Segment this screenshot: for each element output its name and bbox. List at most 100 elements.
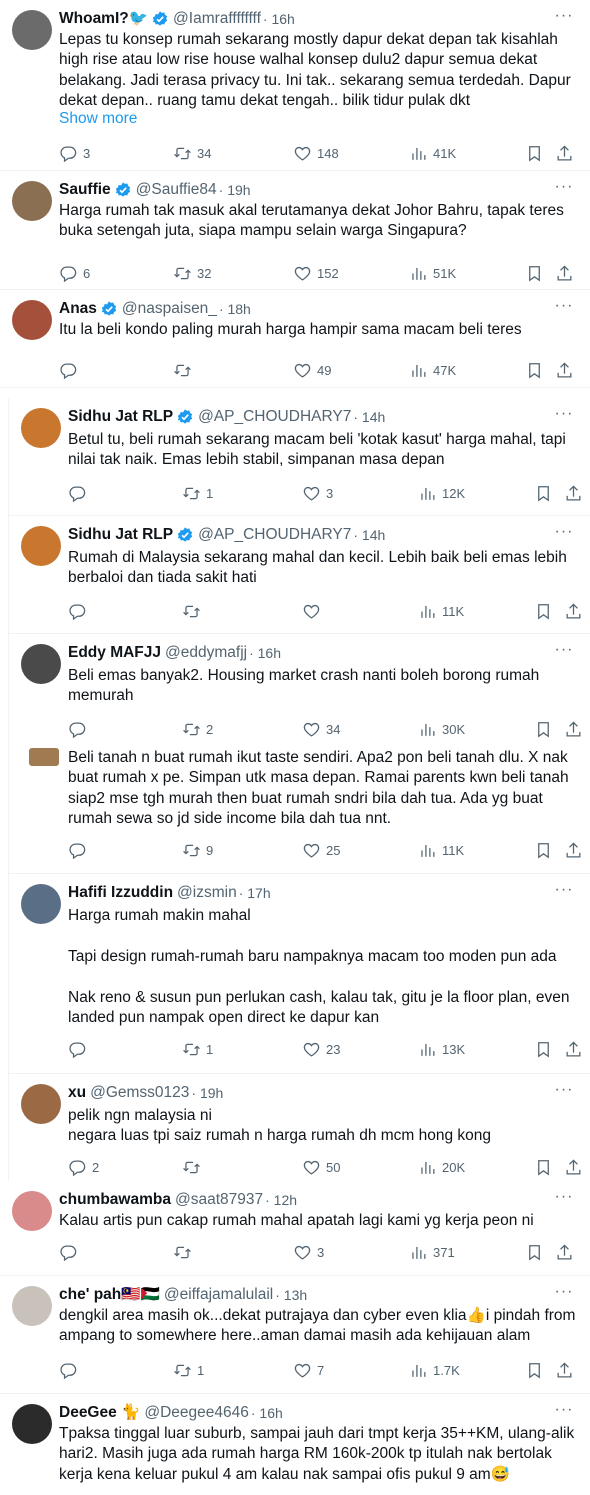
avatar[interactable] bbox=[12, 1404, 52, 1444]
user-handle[interactable]: @Gemss0123 bbox=[90, 1082, 189, 1104]
share-button[interactable] bbox=[564, 1038, 583, 1060]
avatar[interactable] bbox=[12, 181, 52, 221]
views-button[interactable]: 13K bbox=[418, 1038, 465, 1060]
share-button[interactable] bbox=[555, 142, 574, 164]
views-button[interactable]: 51K bbox=[409, 262, 456, 284]
avatar[interactable] bbox=[21, 644, 61, 684]
like-button[interactable]: 3 bbox=[302, 482, 333, 504]
tweet[interactable]: Anas @naspaisen_ · 18h ··· Itu la beli kondo… bbox=[0, 290, 590, 388]
display-name[interactable]: che' pah🇲🇾🇵🇸 bbox=[59, 1284, 160, 1306]
share-button[interactable] bbox=[564, 839, 583, 861]
more-icon[interactable]: ··· bbox=[552, 640, 576, 662]
retweet-button[interactable]: 9 bbox=[182, 839, 213, 861]
retweet-button[interactable] bbox=[173, 1241, 197, 1263]
views-button[interactable]: 371 bbox=[409, 1241, 455, 1263]
more-icon[interactable]: ··· bbox=[552, 522, 576, 544]
reply-button[interactable]: 2 bbox=[68, 1156, 99, 1178]
avatar[interactable] bbox=[21, 526, 61, 566]
tweet[interactable]: che' pah🇲🇾🇵🇸 @eiffajamalulail · 13h ··· deng… bbox=[0, 1276, 590, 1394]
retweet-button[interactable]: 1 bbox=[182, 1038, 213, 1060]
share-button[interactable] bbox=[564, 600, 583, 622]
show-more-link[interactable]: Show more bbox=[59, 110, 137, 128]
share-button[interactable] bbox=[555, 1241, 574, 1263]
tweet[interactable]: chumbawamba @saat87937 · 12h ··· Kalau artis… bbox=[0, 1181, 590, 1276]
like-button[interactable]: 3 bbox=[293, 1241, 324, 1263]
reply-button[interactable] bbox=[59, 1359, 83, 1381]
bookmark-button[interactable] bbox=[534, 482, 553, 504]
user-handle[interactable]: @izsmin bbox=[177, 882, 237, 904]
retweet-button[interactable]: 2 bbox=[182, 718, 213, 740]
more-icon[interactable]: ··· bbox=[552, 1187, 576, 1209]
like-button[interactable]: 148 bbox=[293, 142, 339, 164]
tweet[interactable]: DeeGee 🐈 @Deegee4646 · 16h ··· Tpaksa tingga… bbox=[0, 1394, 590, 1495]
more-icon[interactable]: ··· bbox=[552, 1080, 576, 1102]
retweet-button[interactable] bbox=[182, 600, 206, 622]
like-button[interactable] bbox=[302, 600, 326, 622]
display-name[interactable]: Sauffie bbox=[59, 179, 111, 201]
retweet-button[interactable] bbox=[173, 359, 197, 381]
display-name[interactable]: DeeGee 🐈 bbox=[59, 1402, 140, 1424]
like-button[interactable]: 50 bbox=[302, 1156, 340, 1178]
timestamp[interactable]: · 19h bbox=[191, 1082, 223, 1104]
share-button[interactable] bbox=[564, 1156, 583, 1178]
timestamp[interactable]: · 12h bbox=[265, 1189, 297, 1211]
timestamp[interactable]: · 14h bbox=[353, 406, 385, 428]
like-button[interactable]: 49 bbox=[293, 359, 331, 381]
avatar[interactable] bbox=[12, 1191, 52, 1231]
share-button[interactable] bbox=[564, 718, 583, 740]
user-handle[interactable]: @eiffajamalulail bbox=[164, 1284, 273, 1306]
bookmark-button[interactable] bbox=[525, 262, 544, 284]
retweet-button[interactable]: 1 bbox=[173, 1359, 204, 1381]
timestamp[interactable]: · 16h bbox=[263, 8, 295, 30]
timestamp[interactable]: · 16h bbox=[251, 1402, 283, 1424]
more-icon[interactable]: ··· bbox=[552, 1282, 576, 1304]
more-icon[interactable]: ··· bbox=[552, 296, 576, 318]
retweet-button[interactable]: 34 bbox=[173, 142, 211, 164]
user-handle[interactable]: @saat87937 bbox=[175, 1189, 263, 1211]
views-button[interactable]: 30K bbox=[418, 718, 465, 740]
avatar[interactable] bbox=[12, 10, 52, 50]
bookmark-button[interactable] bbox=[525, 1359, 544, 1381]
tweet[interactable]: Beli tanah n buat rumah ikut taste sendi… bbox=[8, 746, 590, 874]
share-button[interactable] bbox=[555, 359, 574, 381]
timestamp[interactable]: · 14h bbox=[353, 524, 385, 546]
retweet-button[interactable]: 32 bbox=[173, 262, 211, 284]
user-handle[interactable]: @AP_CHOUDHARY7 bbox=[198, 406, 351, 428]
user-handle[interactable]: @eddymafjj bbox=[165, 642, 247, 664]
views-button[interactable]: 11K bbox=[418, 600, 464, 622]
share-button[interactable] bbox=[564, 482, 583, 504]
avatar[interactable] bbox=[12, 1286, 52, 1326]
user-handle[interactable]: @naspaisen_ bbox=[122, 298, 217, 320]
avatar[interactable] bbox=[12, 300, 52, 340]
avatar[interactable] bbox=[29, 748, 59, 766]
retweet-button[interactable] bbox=[182, 1156, 206, 1178]
tweet[interactable]: Eddy MAFJJ @eddymafjj · 16h ··· Beli emas ba… bbox=[8, 634, 590, 746]
like-button[interactable]: 7 bbox=[293, 1359, 324, 1381]
views-button[interactable]: 11K bbox=[418, 839, 464, 861]
tweet[interactable]: Hafifi Izzuddin @izsmin · 17h ··· Harga ruma… bbox=[8, 874, 590, 1074]
reply-button[interactable]: 3 bbox=[59, 142, 90, 164]
bookmark-button[interactable] bbox=[534, 1038, 553, 1060]
tweet[interactable]: Sauffie @Sauffie84 · 19h ··· Harga rumah tak… bbox=[0, 171, 590, 290]
display-name[interactable]: Sidhu Jat RLP bbox=[68, 524, 173, 546]
bookmark-button[interactable] bbox=[525, 142, 544, 164]
views-button[interactable]: 1.7K bbox=[409, 1359, 460, 1381]
avatar[interactable] bbox=[21, 408, 61, 448]
retweet-button[interactable]: 1 bbox=[182, 482, 213, 504]
bookmark-button[interactable] bbox=[525, 1241, 544, 1263]
user-handle[interactable]: @Iamraffffffff bbox=[173, 8, 261, 30]
share-button[interactable] bbox=[555, 1359, 574, 1381]
timestamp[interactable]: · 19h bbox=[219, 179, 251, 201]
display-name[interactable]: Sidhu Jat RLP bbox=[68, 406, 173, 428]
reply-button[interactable] bbox=[59, 1241, 83, 1263]
user-handle[interactable]: @AP_CHOUDHARY7 bbox=[198, 524, 351, 546]
reply-button[interactable] bbox=[68, 839, 92, 861]
timestamp[interactable]: · 17h bbox=[239, 882, 271, 904]
like-button[interactable]: 23 bbox=[302, 1038, 340, 1060]
views-button[interactable]: 41K bbox=[409, 142, 456, 164]
reply-button[interactable] bbox=[59, 359, 83, 381]
reply-button[interactable] bbox=[68, 1038, 92, 1060]
tweet[interactable]: xu @Gemss0123 · 19h ··· pelik ngn malaysia n… bbox=[8, 1074, 590, 1181]
user-handle[interactable]: @Sauffie84 bbox=[136, 179, 217, 201]
display-name[interactable]: WhoamI?🐦 bbox=[59, 8, 148, 30]
